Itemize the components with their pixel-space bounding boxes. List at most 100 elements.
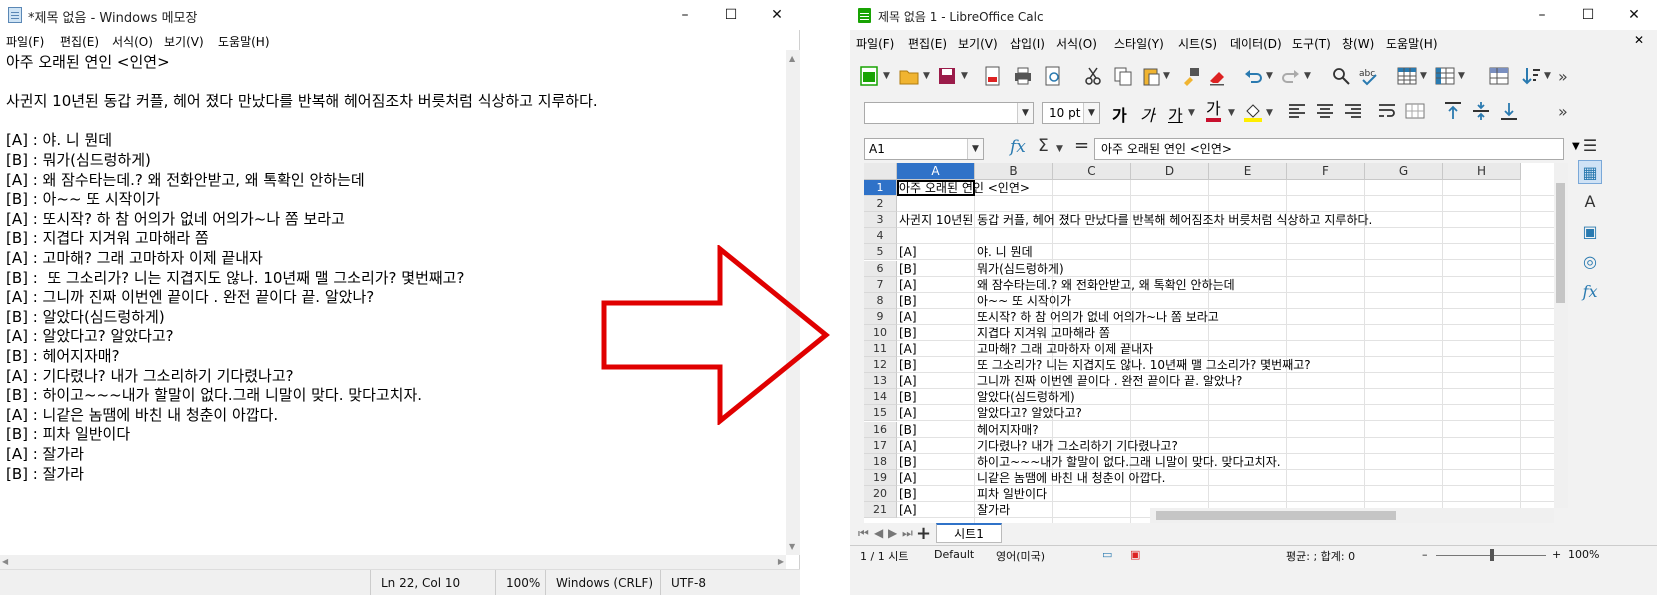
underline-dropdown-icon[interactable]: ▼ xyxy=(1188,108,1195,118)
spelling-icon[interactable]: abc xyxy=(1358,65,1380,87)
sheet-tab-1[interactable]: 시트1 xyxy=(936,523,1002,543)
first-sheet-icon[interactable]: ⏮ xyxy=(858,526,869,541)
sum-dropdown-icon[interactable]: ▼ xyxy=(1056,144,1063,154)
column-header-f[interactable]: F xyxy=(1287,163,1365,180)
clone-formatting-icon[interactable] xyxy=(1180,65,1202,87)
function-wizard-icon[interactable]: fx xyxy=(1010,137,1026,157)
menu-view[interactable]: 보기(V) xyxy=(164,33,204,50)
underline-icon[interactable]: 가 xyxy=(1168,102,1183,126)
align-right-icon[interactable] xyxy=(1342,100,1364,122)
minimize-icon[interactable]: – xyxy=(662,0,708,30)
cell-b[interactable]: 또시작? 하 참 어의가 없네 어의가~나 쫌 보라고 xyxy=(977,309,1219,325)
row-header[interactable]: 14 xyxy=(864,389,897,406)
freeze-panes-icon[interactable] xyxy=(1488,65,1510,87)
open-folder-icon[interactable] xyxy=(898,65,920,87)
align-center-icon[interactable] xyxy=(1314,100,1336,122)
row-header[interactable]: 1 xyxy=(864,180,897,196)
save-dropdown-icon[interactable]: ▼ xyxy=(961,71,968,81)
row-header[interactable]: 11 xyxy=(864,341,897,357)
bold-icon[interactable]: 가 xyxy=(1112,102,1127,126)
cell-a[interactable]: [B] xyxy=(899,454,917,470)
select-all-corner[interactable] xyxy=(864,163,897,180)
sum-icon[interactable]: Σ xyxy=(1038,136,1049,156)
cell-a[interactable]: [A] xyxy=(899,502,917,518)
row-header[interactable]: 21 xyxy=(864,502,897,518)
scroll-left-icon[interactable]: ◀ xyxy=(2,555,8,569)
cell-a[interactable]: [B] xyxy=(899,293,917,309)
cell-a[interactable]: [B] xyxy=(899,422,917,438)
cell-a[interactable]: [B] xyxy=(899,389,917,405)
save-icon[interactable] xyxy=(936,65,958,87)
calc-horizontal-scrollbar[interactable] xyxy=(1150,508,1554,523)
redo-icon[interactable] xyxy=(1280,65,1302,87)
cell-a[interactable]: [A] xyxy=(899,373,917,389)
more-formatting-icon[interactable]: » xyxy=(1558,102,1568,121)
calc-menu-edit[interactable]: 편집(E) xyxy=(908,35,947,52)
properties-icon[interactable]: ▦ xyxy=(1578,160,1602,184)
menu-help[interactable]: 도움말(H) xyxy=(218,33,270,50)
open-dropdown-icon[interactable]: ▼ xyxy=(923,71,930,81)
column-header-b[interactable]: B xyxy=(975,163,1053,180)
calc-menu-format[interactable]: 서식(O) xyxy=(1056,35,1097,52)
undo-icon[interactable] xyxy=(1242,65,1264,87)
row-header[interactable]: 18 xyxy=(864,453,897,470)
row-header[interactable]: 13 xyxy=(864,373,897,390)
font-color-icon[interactable]: 가 xyxy=(1206,100,1221,122)
last-sheet-icon[interactable]: ⏭ xyxy=(902,526,913,541)
page-style[interactable]: Default xyxy=(934,548,974,561)
next-sheet-icon[interactable]: ▶ xyxy=(888,526,897,540)
column-header-e[interactable]: E xyxy=(1209,163,1287,180)
styles-icon[interactable]: A xyxy=(1578,190,1602,214)
clear-formatting-icon[interactable] xyxy=(1206,65,1228,87)
find-replace-icon[interactable] xyxy=(1330,65,1352,87)
selection-mode-icon[interactable]: ▭ xyxy=(1102,548,1112,561)
menu-format[interactable]: 서식(O) xyxy=(112,33,153,50)
close-document-icon[interactable]: ✕ xyxy=(1634,33,1644,47)
scroll-down-icon[interactable]: ▼ xyxy=(789,542,795,551)
sort-icon[interactable] xyxy=(1520,65,1542,87)
column-header-c[interactable]: C xyxy=(1053,163,1131,180)
cell-b[interactable]: 니같은 놈땜에 바친 내 청춘이 아깝다. xyxy=(977,470,1166,486)
cut-icon[interactable] xyxy=(1082,65,1104,87)
cell-a[interactable]: 사귄지 10년된 동갑 커플, 헤어 졌다 만났다를 반복해 헤어짐조차 버릇처… xyxy=(899,212,1372,228)
row-header[interactable]: 5 xyxy=(864,244,897,261)
row-header[interactable]: 20 xyxy=(864,485,897,502)
print-icon[interactable] xyxy=(1012,65,1034,87)
sidebar-menu-icon[interactable]: ☰ xyxy=(1578,134,1602,158)
cell-a[interactable]: [A] xyxy=(899,341,917,357)
functions-icon[interactable]: fx xyxy=(1578,280,1602,304)
calc-menu-view[interactable]: 보기(V) xyxy=(958,35,998,52)
calc-menu-tools[interactable]: 도구(T) xyxy=(1292,35,1331,52)
cell-a[interactable]: [A] xyxy=(899,244,917,260)
previous-sheet-icon[interactable]: ◀ xyxy=(874,526,883,540)
formula-input[interactable]: 아주 오래된 연인 <인연> xyxy=(1094,138,1564,160)
cell-a[interactable]: [A] xyxy=(899,277,917,293)
italic-icon[interactable]: 가 xyxy=(1140,102,1155,126)
wrap-text-icon[interactable] xyxy=(1376,100,1398,122)
font-color-dropdown-icon[interactable]: ▼ xyxy=(1228,108,1235,118)
row-header[interactable]: 19 xyxy=(864,469,897,486)
row-header[interactable]: 12 xyxy=(864,357,897,374)
cell-b[interactable]: 그니까 진짜 이번엔 끝이다 . 완전 끝이다 끝. 알았나? xyxy=(977,373,1242,389)
more-tools-icon[interactable]: » xyxy=(1558,67,1568,86)
cell-b[interactable]: 또 그소리가? 니는 지겹지도 않나. 10년째 맬 그소리가? 몇번째고? xyxy=(977,357,1311,373)
calc-menu-file[interactable]: 파일(F) xyxy=(856,35,894,52)
print-preview-icon[interactable] xyxy=(1042,65,1064,87)
row-header[interactable]: 17 xyxy=(864,437,897,454)
horizontal-scroll-thumb[interactable] xyxy=(1156,511,1396,520)
redo-dropdown-icon[interactable]: ▼ xyxy=(1304,71,1311,81)
row-header[interactable]: 2 xyxy=(864,196,897,213)
maximize-icon[interactable]: ☐ xyxy=(708,0,754,30)
calc-minimize-icon[interactable]: – xyxy=(1519,0,1565,30)
cell-b[interactable]: 뭐가(심드렁하게) xyxy=(977,261,1064,277)
cell-a[interactable]: [A] xyxy=(899,309,917,325)
navigator-icon[interactable]: ◎ xyxy=(1578,250,1602,274)
calc-zoom-level[interactable]: 100% xyxy=(1568,548,1599,561)
menu-edit[interactable]: 편집(E) xyxy=(60,33,99,50)
cell-a[interactable]: [A] xyxy=(899,470,917,486)
vertical-scroll-thumb[interactable] xyxy=(1556,183,1565,303)
cell-b[interactable]: 기다렸나? 내가 그소리하기 기다렸나고? xyxy=(977,438,1178,454)
row-header[interactable]: 8 xyxy=(864,292,897,309)
undo-dropdown-icon[interactable]: ▼ xyxy=(1266,71,1273,81)
column-header-d[interactable]: D xyxy=(1131,163,1209,180)
